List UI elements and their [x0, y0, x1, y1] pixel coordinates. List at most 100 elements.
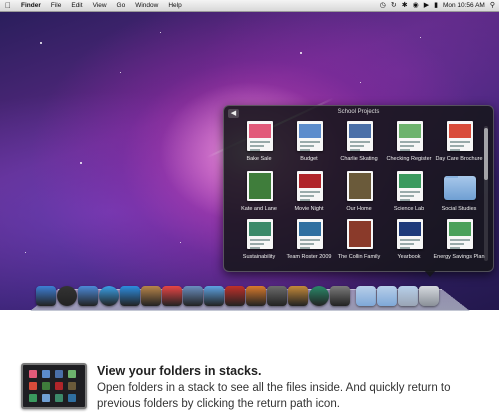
menu-edit[interactable]: Edit	[66, 0, 87, 11]
file-preview-image	[249, 124, 271, 138]
menu-view[interactable]: View	[88, 0, 112, 11]
document-file-icon	[447, 121, 473, 151]
text-line	[350, 145, 364, 147]
ichat-icon[interactable]	[120, 286, 140, 306]
thumbnail-file-icon	[68, 370, 76, 378]
file-preview-image	[349, 173, 371, 199]
text-line	[450, 247, 460, 249]
menu-file[interactable]: File	[46, 0, 66, 11]
document-file-icon	[247, 219, 273, 249]
text-line	[400, 191, 420, 193]
document-file-icon	[247, 121, 273, 151]
wallpaper-star	[40, 42, 42, 44]
stack-item[interactable]: Science Lab	[384, 171, 434, 219]
thumbnail-file-icon	[42, 382, 50, 390]
text-line	[300, 145, 314, 147]
stack-item[interactable]: Kate and Lane	[234, 171, 284, 219]
text-line	[450, 149, 460, 151]
garageband-icon[interactable]	[288, 286, 308, 306]
time-machine-status-icon[interactable]: ◷	[380, 0, 386, 11]
itunes-icon[interactable]	[204, 286, 224, 306]
thumbnail-file-icon	[68, 382, 76, 390]
photo-booth-icon[interactable]	[225, 286, 245, 306]
file-preview-image	[449, 222, 471, 236]
system-preferences-icon[interactable]	[330, 286, 350, 306]
safari-icon[interactable]	[99, 286, 119, 306]
stack-title: School Projects	[337, 109, 380, 115]
dashboard-icon[interactable]	[57, 286, 77, 306]
text-line	[350, 149, 360, 151]
school-projects-stack-icon[interactable]	[398, 286, 418, 306]
text-line	[300, 195, 314, 197]
stack-item-label: Energy Savings Plan	[433, 254, 485, 260]
wifi-icon[interactable]: ◉	[413, 0, 419, 11]
stack-item[interactable]: Our Home	[334, 171, 384, 219]
stack-item[interactable]: Bake Sale	[234, 121, 284, 169]
stack-item[interactable]: Sustainability	[234, 219, 284, 267]
thumbnail-file-icon	[55, 382, 63, 390]
stack-item[interactable]: Team Roster 2009	[284, 219, 334, 267]
text-line	[350, 141, 370, 143]
text-line	[300, 239, 320, 241]
stack-item[interactable]: Checking Register	[384, 121, 434, 169]
apple-menu-icon[interactable]: 	[0, 0, 16, 11]
text-line	[300, 191, 320, 193]
ical-icon[interactable]	[162, 286, 182, 306]
stack-item[interactable]: Yearbook	[384, 219, 434, 267]
sync-icon[interactable]: ↻	[391, 0, 397, 11]
stack-item[interactable]: Day Care Brochure	[434, 121, 484, 169]
wallpaper-star	[120, 72, 121, 73]
menu-bar:  Finder File Edit View Go Window Help ◷…	[0, 0, 499, 12]
address-book-icon[interactable]	[141, 286, 161, 306]
stack-item[interactable]: Charlie Skating	[334, 121, 384, 169]
document-file-icon	[297, 121, 323, 151]
menubar-clock[interactable]: Mon 10:56 AM	[443, 2, 485, 9]
thumbnail-file-icon	[29, 394, 37, 402]
stack-item[interactable]: Social Studies	[434, 171, 484, 219]
volume-icon[interactable]: ▶	[424, 0, 429, 11]
stack-item[interactable]: Energy Savings Plan	[433, 219, 485, 267]
file-preview-image	[399, 222, 421, 236]
document-file-icon	[447, 219, 473, 249]
spotlight-icon[interactable]: ⚲	[490, 0, 495, 11]
documents-folder-icon[interactable]	[377, 286, 397, 306]
finder-icon[interactable]	[36, 286, 56, 306]
document-file-icon	[297, 219, 323, 249]
stack-item[interactable]: The Collin Family	[334, 219, 384, 267]
text-line	[250, 247, 260, 249]
thumbnail-file-icon	[55, 370, 63, 378]
wallpaper-star	[300, 52, 302, 54]
iphoto-icon[interactable]	[246, 286, 266, 306]
text-line	[300, 199, 310, 201]
preview-icon[interactable]	[183, 286, 203, 306]
text-line	[250, 149, 260, 151]
imovie-icon[interactable]	[267, 286, 287, 306]
time-machine-icon[interactable]	[309, 286, 329, 306]
menu-go[interactable]: Go	[112, 0, 131, 11]
stack-scrollbar-thumb[interactable]	[484, 128, 488, 180]
applications-folder-icon[interactable]	[356, 286, 376, 306]
stack-thumbnail-image	[21, 363, 87, 409]
trash-icon[interactable]	[419, 286, 439, 306]
document-file-icon	[397, 171, 423, 201]
stack-item[interactable]: Budget	[284, 121, 334, 169]
wallpaper-star	[360, 82, 361, 83]
wallpaper-star	[420, 37, 421, 38]
mail-icon[interactable]	[78, 286, 98, 306]
bluetooth-icon[interactable]: ✱	[402, 0, 408, 11]
stack-grid-view: ◀ School Projects Bake Sale Budget Charlie…	[223, 105, 494, 272]
text-line	[300, 141, 320, 143]
wallpaper-star	[160, 32, 161, 33]
stack-item[interactable]: Movie Night	[284, 171, 334, 219]
text-line	[300, 247, 310, 249]
thumbnail-file-icon	[42, 370, 50, 378]
menu-window[interactable]: Window	[130, 0, 163, 11]
text-line	[400, 199, 410, 201]
file-preview-image	[299, 124, 321, 138]
menu-help[interactable]: Help	[163, 0, 186, 11]
battery-icon[interactable]: ▮	[434, 0, 438, 11]
photo-file-icon	[247, 171, 273, 201]
menu-finder[interactable]: Finder	[16, 0, 46, 11]
text-line	[400, 247, 410, 249]
thumbnail-file-icon	[29, 382, 37, 390]
